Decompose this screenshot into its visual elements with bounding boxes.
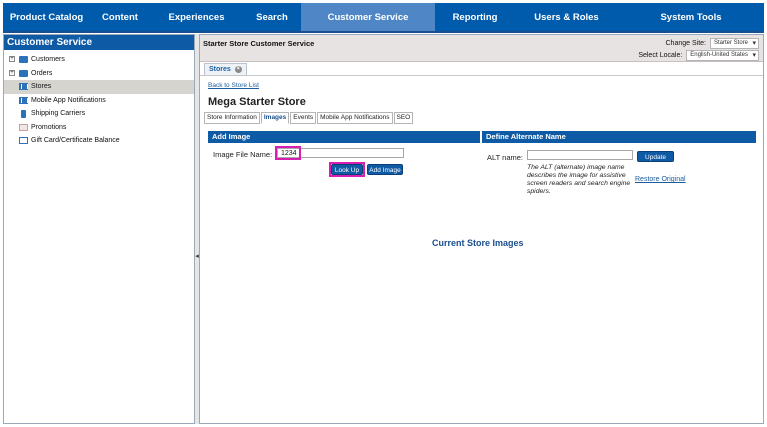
back-to-store-list-link[interactable]: Back to Store List [208,82,259,89]
change-site-row: Change Site: Starter Store [665,38,759,49]
image-file-name-label: Image File Name: [213,150,273,159]
subtab-mobile-app-notifications[interactable]: Mobile App Notifications [317,112,393,124]
nav-divider [3,31,764,33]
subtab-store-information[interactable]: Store Information [204,112,260,124]
nav-experiences[interactable]: Experiences [150,3,243,31]
sidebar-item-label: Mobile App Notifications [31,96,106,104]
nav-content[interactable]: Content [90,3,150,31]
nav-system-tools[interactable]: System Tools [618,3,764,31]
nav-search[interactable]: Search [243,3,301,31]
change-site-select[interactable]: Starter Store [709,38,759,49]
nav-customer-service[interactable]: Customer Service [301,3,435,31]
locale-select[interactable]: English-United States [686,50,759,61]
sidebar: Customer Service + Customers + Orders St… [3,34,195,424]
tab-stores-label: Stores [209,66,231,73]
sidebar-item-label: Orders [31,69,53,77]
locale-row: Select Locale: English-United States [638,50,759,61]
sidebar-item-orders[interactable]: + Orders [4,67,194,81]
subtab-seo[interactable]: SEO [393,112,414,124]
change-site-label: Change Site: [665,40,706,47]
alt-name-description: The ALT (alternate) image name describes… [527,164,631,195]
panel-title: Starter Store Customer Service [203,39,315,48]
tab-strip: Stores × [200,62,763,76]
expand-icon[interactable]: + [9,69,15,76]
button-highlight [329,162,365,177]
main-panel: Starter Store Customer Service Change Si… [199,34,764,424]
alt-name-input[interactable] [527,150,633,160]
sidebar-item-shipping-carriers[interactable]: Shipping Carriers [4,107,194,121]
sidebar-item-promotions[interactable]: Promotions [4,121,194,135]
subtab-events[interactable]: Events [290,112,317,124]
sidebar-item-label: Promotions [31,123,67,131]
update-button[interactable]: Update [637,151,674,162]
sidebar-item-customers[interactable]: + Customers [4,53,194,67]
restore-original-link[interactable]: Restore Original [635,176,686,183]
add-image-heading: Add Image [208,131,480,143]
sidebar-item-label: Shipping Carriers [31,110,86,117]
sidebar-item-label: Gift Card/Certificate Balance [31,137,120,144]
nav-reporting[interactable]: Reporting [435,3,515,31]
input-highlight [275,146,301,160]
expand-icon[interactable]: + [9,56,15,62]
folder-icon [19,69,28,77]
close-icon[interactable]: × [234,65,242,73]
sidebar-item-mobile-app-notifications[interactable]: Mobile App Notifications [4,94,194,108]
document-icon [19,137,28,144]
store-subtabs: Store Information Images Events Mobile A… [204,112,414,124]
store-name: Mega Starter Store [208,96,306,108]
folder-icon [19,56,28,63]
panel-header: Starter Store Customer Service Change Si… [200,35,763,62]
define-alternate-name-heading: Define Alternate Name [482,131,756,143]
store-icon [19,96,28,104]
sidebar-item-gift-card-balance[interactable]: Gift Card/Certificate Balance [4,134,194,148]
sidebar-title: Customer Service [4,35,194,50]
nav-users-roles[interactable]: Users & Roles [515,3,618,31]
current-store-images-title: Current Store Images [432,238,524,248]
alt-name-label: ALT name: [487,153,523,162]
sidebar-item-stores[interactable]: Stores [4,80,194,94]
top-navigation: Product Catalog Content Experiences Sear… [3,3,764,31]
locale-label: Select Locale: [638,52,683,59]
phone-icon [21,110,26,118]
store-icon [19,83,28,90]
tab-stores[interactable]: Stores × [204,63,247,75]
nav-product-catalog[interactable]: Product Catalog [3,3,90,31]
subtab-images[interactable]: Images [260,112,290,124]
sidebar-item-label: Customers [31,56,65,63]
add-image-button[interactable]: Add Image [367,164,403,175]
sidebar-item-label: Stores [31,83,52,90]
promotion-icon [19,123,28,131]
